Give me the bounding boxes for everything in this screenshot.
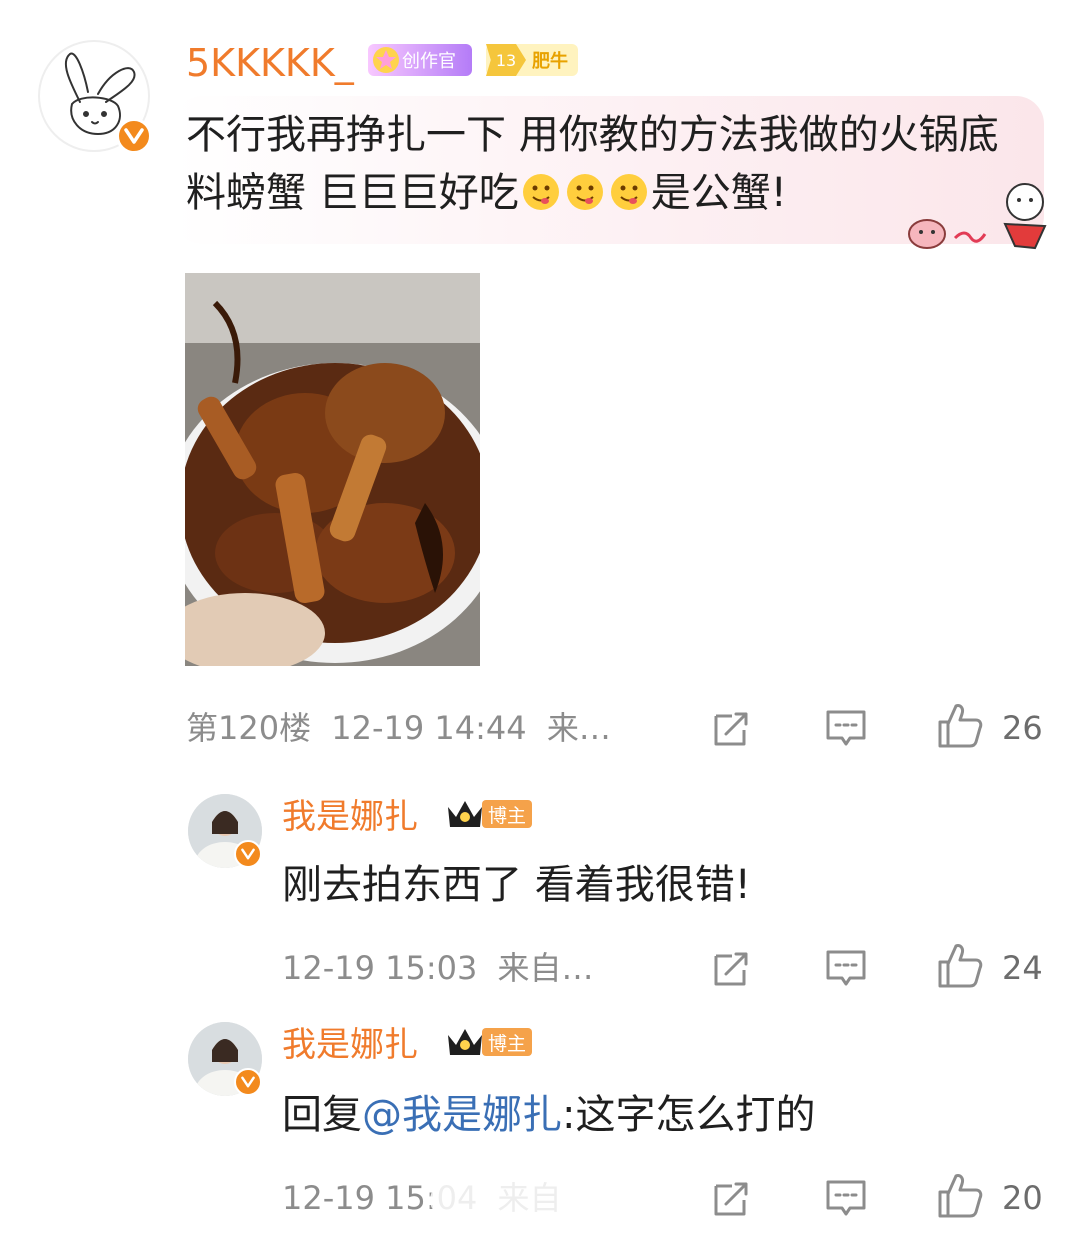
fan-level-badge[interactable]: 13 肥牛 (486, 44, 578, 76)
comment-icon[interactable] (824, 946, 868, 990)
thumbs-up-icon[interactable] (936, 942, 984, 990)
crown-icon (448, 801, 482, 827)
mention-link[interactable]: @我是娜扎 (362, 1092, 562, 1138)
crab-dish-image (185, 273, 480, 666)
reply-source[interactable]: 来自… (498, 949, 594, 987)
host-badge: 博主 (444, 798, 542, 830)
reply-text: 刚去拍东西了 看着我很错! (282, 862, 751, 908)
reply-meta: 12-19 15:03 来自… (282, 948, 594, 988)
bubble-decoration-sticker-icon (908, 183, 1047, 250)
share-icon[interactable] (710, 946, 754, 990)
reply-text: 回复@我是娜扎:这字怎么打的 (282, 1090, 815, 1140)
floor-number: 第120楼 (186, 709, 312, 747)
like-count: 24 (1002, 949, 1043, 987)
verified-badge-icon (234, 840, 262, 868)
creator-badge-label: 创作官 (402, 51, 456, 72)
crown-icon (448, 1029, 482, 1055)
reply-timestamp: 12-19 15:03 (282, 949, 478, 987)
thumbs-up-icon[interactable] (936, 1172, 984, 1220)
thumbs-up-icon[interactable] (936, 702, 984, 750)
commenter-username[interactable]: 5KKKKK_ (186, 40, 354, 86)
like-count: 20 (1002, 1179, 1043, 1217)
reply-username[interactable]: 我是娜扎 (282, 796, 418, 838)
share-icon[interactable] (710, 706, 754, 750)
main-comment-text: 不行我再挣扎一下 用你教的方法我做的火锅底料螃蟹 巨巨巨好吃 是公蟹! (186, 106, 1026, 222)
host-badge-label: 博主 (482, 800, 533, 828)
comment-source[interactable]: 来… (547, 709, 611, 747)
like-count: 26 (1002, 709, 1043, 747)
verified-badge-icon (234, 1068, 262, 1096)
main-comment-text-tail: 是公蟹! (650, 170, 787, 216)
comment-timestamp: 12-19 14:44 (331, 709, 527, 747)
creator-star-icon (373, 47, 399, 73)
host-badge: 博主 (444, 1026, 542, 1058)
reply-prefix: 回复 (282, 1092, 362, 1138)
drooling-face-icon (522, 174, 559, 210)
comment-icon[interactable] (824, 1176, 868, 1220)
drooling-face-icon (610, 174, 647, 210)
share-icon[interactable] (710, 1176, 754, 1220)
reply-avatar[interactable] (188, 1022, 262, 1096)
fan-level-label: 肥牛 (532, 51, 568, 72)
drooling-face-icon (566, 174, 603, 210)
watermark-overlay (430, 1182, 650, 1218)
crab-dish-photo[interactable] (185, 273, 480, 666)
comment-icon[interactable] (824, 706, 868, 750)
commenter-avatar[interactable] (38, 40, 152, 154)
reply-avatar[interactable] (188, 794, 262, 868)
fan-level-number: 13 (486, 44, 526, 76)
reply-text-body: :这字怎么打的 (562, 1092, 816, 1138)
reply-username[interactable]: 我是娜扎 (282, 1024, 418, 1066)
main-comment-meta: 第120楼 12-19 14:44 来… (186, 708, 611, 748)
host-badge-label: 博主 (482, 1028, 533, 1056)
creator-badge[interactable]: 创作官 (368, 44, 472, 76)
verified-badge-icon (116, 118, 152, 154)
